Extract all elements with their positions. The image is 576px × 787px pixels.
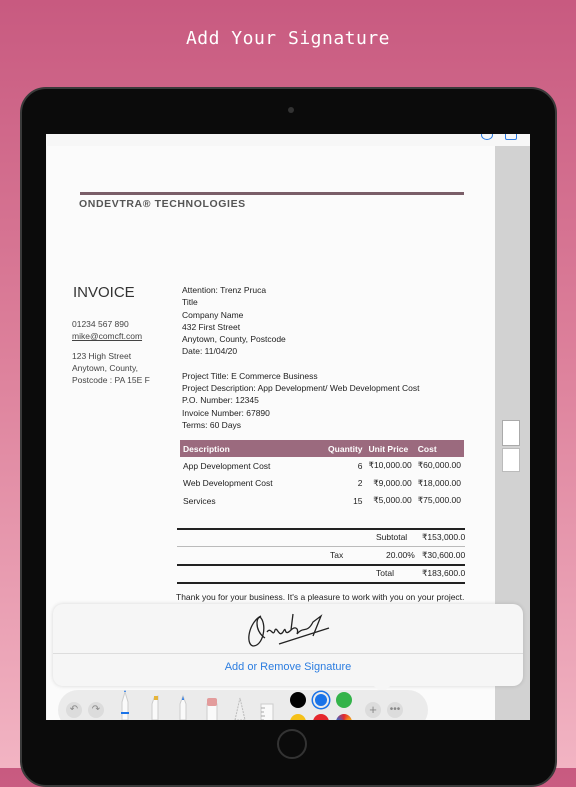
top-bar	[46, 134, 530, 146]
signature-popup: Add or Remove Signature	[53, 604, 523, 686]
eraser-icon[interactable]	[204, 690, 220, 720]
cell: ₹18,000.00	[417, 477, 461, 488]
headline: Add Your Signature	[185, 28, 391, 49]
divider	[177, 564, 465, 566]
color-yellow[interactable]	[290, 714, 306, 720]
markup-icon[interactable]	[481, 134, 493, 140]
saved-signature[interactable]	[243, 608, 343, 652]
cell: App Development Cost	[183, 460, 271, 471]
subtotal-value: ₹153,000.0	[422, 532, 466, 542]
cell: Services	[183, 495, 216, 506]
company-name: ONDEVTRA® TECHNOLOGIES	[79, 198, 246, 210]
cell: 15	[353, 495, 363, 506]
undo-icon[interactable]: ↶	[66, 702, 82, 718]
thanks-note: Thank you for your business. It's a plea…	[176, 592, 465, 602]
tax-rate: 20.00%	[386, 550, 415, 560]
screen: ONDEVTRA® TECHNOLOGIES INVOICE 01234 567…	[46, 134, 530, 720]
tax-label: Tax	[330, 550, 344, 560]
recipient-line: Attention: Trenz Pruca	[182, 285, 267, 295]
divider	[177, 582, 465, 584]
page-thumbnail[interactable]	[502, 420, 520, 446]
invoice-title: INVOICE	[73, 284, 135, 301]
add-remove-signature-button[interactable]: Add or Remove Signature	[53, 661, 523, 673]
table-row: Services 15 ₹5,000.00 ₹75,000.00	[180, 492, 464, 510]
total-value: ₹183,600.0	[422, 568, 466, 578]
more-icon[interactable]: •••	[387, 702, 403, 718]
cell: ₹5,000.00	[373, 495, 412, 506]
email: mike@comcft.com	[72, 331, 143, 341]
total-label: Total	[376, 568, 394, 578]
recipient-line: Anytown, County, Postcode	[182, 334, 286, 345]
recipient-line: Date: 11/04/20	[182, 346, 238, 357]
color-picker[interactable]	[336, 714, 352, 720]
table-row: App Development Cost 6 ₹10,000.00 ₹60,000.0…	[180, 457, 464, 475]
markup-toolbar: ↶ ↷ + •••	[58, 690, 428, 720]
divider	[53, 653, 523, 654]
recipient-line: Company Name	[182, 309, 244, 320]
ruler-icon[interactable]	[258, 690, 276, 720]
color-red[interactable]	[313, 714, 329, 720]
invoice-table: Description Quantity Unit Price Cost App…	[180, 440, 464, 510]
cell: ₹9,000.00	[373, 477, 412, 488]
table-row: Web Development Cost 2 ₹9,000.00 ₹18,000.00	[180, 475, 464, 493]
color-blue-selected[interactable]	[313, 692, 329, 708]
address-line: Anytown, County,	[72, 363, 138, 373]
pen-icon[interactable]	[118, 690, 132, 720]
cell: ₹10,000.00	[368, 460, 412, 471]
phone: 01234 567 890	[72, 319, 129, 329]
column-header: Quantity	[325, 440, 366, 457]
recipient-line: 432 First Street	[182, 321, 241, 332]
address-line: 123 High Street	[72, 351, 132, 361]
cell: ₹75,000.00	[417, 495, 461, 506]
cell: Web Development Cost	[183, 478, 273, 489]
color-black[interactable]	[290, 692, 306, 708]
add-icon[interactable]: +	[365, 702, 381, 718]
project-line: Project Description: App Development/ We…	[182, 383, 420, 394]
cell: ₹60,000.00	[417, 460, 461, 471]
project-line: Invoice Number: 67890	[182, 407, 270, 418]
ipad-frame: ONDEVTRA® TECHNOLOGIES INVOICE 01234 567…	[20, 87, 557, 787]
share-icon[interactable]	[505, 134, 517, 140]
table-header: Description Quantity Unit Price Cost	[180, 440, 464, 457]
column-header: Description	[180, 440, 326, 457]
lasso-icon[interactable]	[232, 690, 248, 720]
project-line: Project Title: E Commerce Business	[182, 370, 318, 381]
pencil-icon[interactable]	[176, 690, 190, 720]
divider	[80, 192, 464, 195]
color-green[interactable]	[336, 692, 352, 708]
cell: 6	[357, 460, 363, 471]
tax-value: ₹30,600.00	[422, 550, 466, 560]
column-header: Unit Price	[365, 440, 415, 457]
marker-icon[interactable]	[148, 690, 162, 720]
address-line: Postcode : PA 15E F	[72, 375, 150, 385]
project-line: Terms: 60 Days	[182, 419, 242, 430]
home-button[interactable]	[277, 729, 307, 759]
recipient-info: Attention: Trenz Pruca Title Company Nam…	[182, 284, 420, 431]
divider	[177, 528, 465, 530]
column-header: Cost	[414, 440, 464, 457]
camera	[288, 107, 294, 113]
cell: 2	[357, 478, 363, 489]
project-line: P.O. Number: 12345	[182, 395, 259, 406]
recipient-line: Title	[182, 297, 198, 308]
sender-info: 01234 567 890 mike@comcft.com 123 High S…	[72, 318, 150, 386]
subtotal-label: Subtotal	[376, 532, 408, 542]
divider	[177, 546, 465, 547]
redo-icon[interactable]: ↷	[88, 702, 104, 718]
page-thumbnail[interactable]	[502, 448, 520, 472]
